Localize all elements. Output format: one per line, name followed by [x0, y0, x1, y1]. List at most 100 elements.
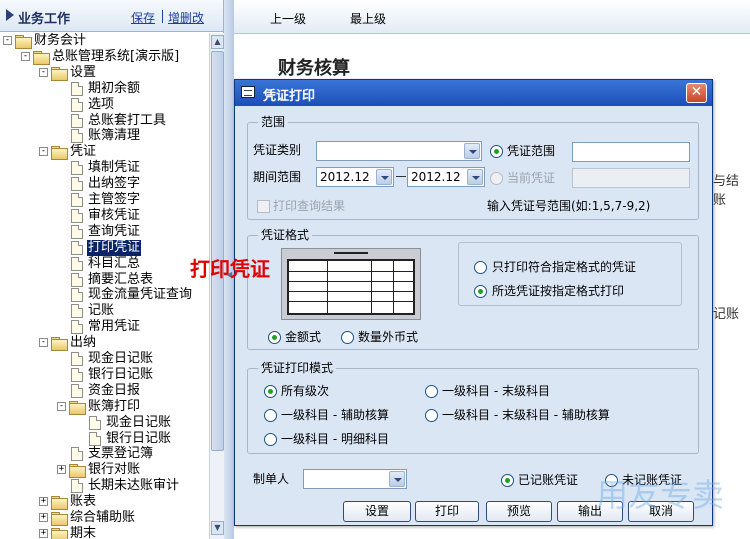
tree-item[interactable]: 现金日记账 [0, 351, 209, 367]
collapse-icon[interactable]: - [39, 147, 48, 157]
level1-last-auxiliary-radio[interactable] [425, 409, 438, 422]
collapse-icon[interactable]: - [3, 36, 12, 45]
tree-item[interactable]: 科目汇总 [0, 256, 209, 272]
tree-folder[interactable]: + 账表 [0, 494, 209, 511]
save-link[interactable]: 保存 [131, 9, 155, 26]
collapse-icon[interactable]: - [21, 51, 30, 61]
document-icon [71, 97, 83, 112]
tree-item[interactable]: 摘要汇总表 [0, 272, 209, 288]
collapse-icon[interactable]: - [39, 338, 48, 348]
document-icon [71, 383, 83, 398]
tree-item[interactable]: 支票登记簿 [0, 446, 209, 462]
collapse-arrow-icon[interactable] [6, 9, 14, 21]
tree-folder[interactable]: - 账簿打印 [0, 399, 209, 415]
settings-button[interactable]: 设置 [343, 501, 411, 522]
level1-auxiliary-radio[interactable] [264, 409, 277, 422]
amount-style-radio[interactable] [268, 331, 281, 344]
all-levels-radio[interactable] [264, 385, 277, 398]
folder-icon [51, 512, 68, 526]
tree-folder[interactable]: + 综合辅助账 [0, 510, 209, 526]
tree-item[interactable]: 审核凭证 [0, 208, 209, 224]
document-icon [71, 208, 83, 223]
folder-icon [51, 66, 68, 81]
tree-folder[interactable]: + 银行对账 [0, 462, 209, 479]
tree-item-label: 出纳签字 [88, 176, 141, 192]
tree-item[interactable]: 账簿清理 [0, 128, 209, 144]
document-icon [71, 81, 83, 96]
tree-folder[interactable]: - 凭证 [0, 144, 209, 161]
chevron-down-icon[interactable] [467, 169, 483, 185]
period-dash [396, 176, 406, 177]
tree-item-label: 摘要汇总表 [88, 271, 154, 287]
collapse-icon[interactable]: - [39, 67, 48, 77]
level1-detail-radio[interactable] [264, 433, 277, 446]
period-from-select[interactable]: 2012.12 [316, 167, 394, 187]
scroll-down-arrow-icon[interactable]: ▼ [211, 521, 224, 535]
voucher-range-input[interactable] [572, 142, 690, 162]
page-title: 财务核算 [278, 58, 350, 79]
tree-item[interactable]: 银行日记账 [0, 431, 209, 447]
format-group-title: 凭证格式 [258, 228, 313, 242]
tree-item-label: 总账管理系统[演示版] [52, 48, 180, 64]
expand-icon[interactable]: + [57, 465, 66, 475]
tree-item[interactable]: 查询凭证 [0, 224, 209, 240]
tree-item[interactable]: 出纳签字 [0, 176, 209, 192]
tree-item-label: 现金日记账 [88, 351, 154, 366]
tree-item[interactable]: 打印凭证 [0, 239, 209, 256]
tree-item[interactable]: 选项 [0, 97, 209, 113]
print-button[interactable]: 打印 [415, 501, 479, 522]
folder-icon [33, 50, 50, 65]
tree-item[interactable]: 长期未达账审计 [0, 478, 209, 494]
tree-item[interactable]: 资金日报 [0, 383, 209, 399]
level1-to-last-radio[interactable] [425, 385, 438, 398]
document-icon [71, 256, 83, 271]
tree-scrollbar[interactable]: ▲ ▼ [209, 33, 224, 539]
up-level-button[interactable]: 上一级 [270, 10, 306, 27]
chevron-down-icon[interactable] [389, 471, 405, 487]
selected-format-radio[interactable] [474, 285, 487, 298]
expand-icon[interactable]: + [39, 497, 48, 507]
top-level-button[interactable]: 最上级 [350, 10, 386, 27]
posted-voucher-radio[interactable] [501, 474, 514, 487]
tree-item[interactable]: 现金流量凭证查询 [0, 287, 209, 303]
tree-item[interactable]: 记账 [0, 303, 209, 319]
voucher-type-select[interactable] [316, 141, 482, 161]
tree-item-label: 填制凭证 [88, 160, 141, 176]
tree-item-label: 现金流量凭证查询 [88, 287, 193, 303]
tree-folder[interactable]: - 出纳 [0, 335, 209, 352]
tree-item[interactable]: 银行日记账 [0, 367, 209, 383]
only-matching-radio[interactable] [474, 261, 487, 274]
quantity-fx-radio[interactable] [341, 331, 354, 344]
tree-item[interactable]: 期初余额 [0, 81, 209, 97]
expand-icon[interactable]: + [39, 513, 48, 522]
period-to-select[interactable]: 2012.12 [407, 167, 485, 187]
tree-item[interactable]: 总账套打工具 [0, 113, 209, 129]
tree-item[interactable]: 现金日记账 [0, 415, 209, 431]
close-button[interactable]: ✕ [686, 83, 707, 103]
tree-folder[interactable]: - 财务会计 [0, 33, 209, 49]
document-icon [71, 447, 83, 462]
chevron-down-icon[interactable] [376, 169, 392, 185]
watermark-text: 用友专卖 [596, 476, 725, 514]
edit-link[interactable]: 增删改 [168, 9, 204, 26]
document-icon [71, 288, 83, 303]
collapse-icon[interactable]: - [57, 401, 66, 411]
preview-button[interactable]: 预览 [486, 501, 552, 522]
scroll-thumb[interactable] [211, 51, 224, 451]
tree-folder[interactable]: - 总账管理系统[演示版] [0, 49, 209, 65]
tree-item[interactable]: 填制凭证 [0, 160, 209, 176]
print-query-checkbox[interactable] [257, 200, 270, 213]
tree-folder[interactable]: - 设置 [0, 65, 209, 81]
voucher-format-preview-image [281, 248, 421, 320]
tree-folder[interactable]: + 期末 [0, 526, 209, 539]
document-icon [71, 304, 83, 319]
scroll-up-arrow-icon[interactable]: ▲ [211, 35, 224, 49]
voucher-range-radio[interactable] [490, 145, 503, 158]
tree-item[interactable]: 常用凭证 [0, 319, 209, 335]
expand-icon[interactable]: + [39, 528, 48, 538]
chevron-down-icon[interactable] [464, 143, 480, 159]
tree-item[interactable]: 主管签字 [0, 192, 209, 208]
current-voucher-radio[interactable] [490, 172, 503, 185]
dialog-titlebar[interactable]: 凭证打印 ✕ [235, 80, 712, 106]
maker-select[interactable] [303, 469, 407, 489]
